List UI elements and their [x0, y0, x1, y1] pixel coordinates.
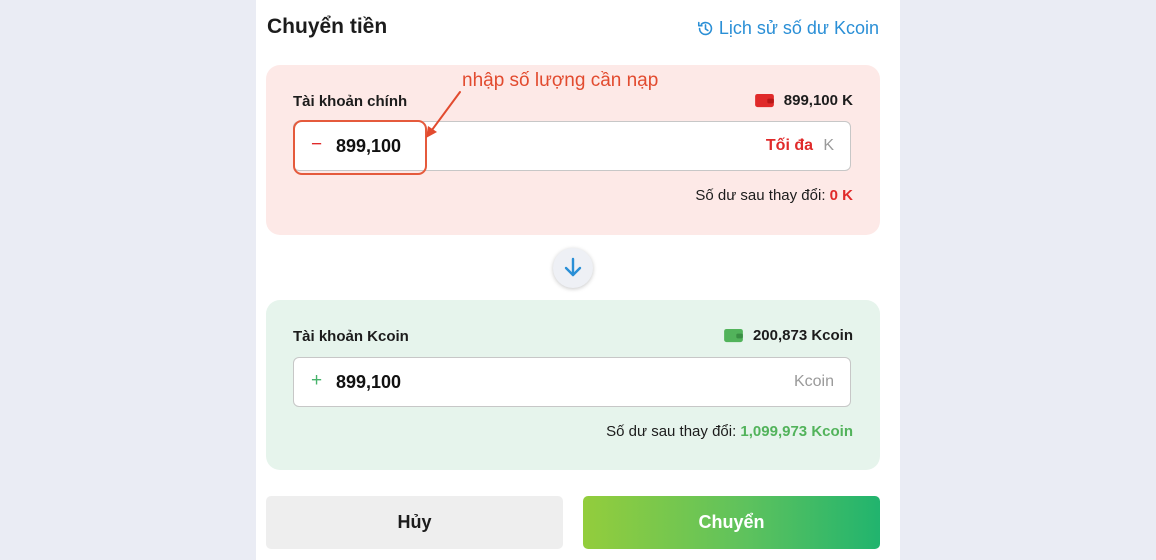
kcoin-after-label: Số dư sau thay đổi:: [606, 423, 737, 440]
kcoin-amount-value: 899,100: [336, 372, 402, 392]
kcoin-balance-after: Số dư sau thay đổi: 1,099,973 Kcoin: [606, 423, 853, 440]
kcoin-balance-value: 200,873 Kcoin: [752, 327, 853, 344]
main-after-label: Số dư sau thay đổi:: [695, 187, 826, 204]
main-account-balance: 899,100 K: [754, 92, 853, 109]
cancel-button[interactable]: Hủy: [266, 496, 563, 549]
kcoin-after-value: 1,099,973 Kcoin: [740, 423, 853, 440]
kcoin-amount-input[interactable]: + 899,100 Kcoin: [293, 357, 851, 407]
wallet-icon: [754, 93, 774, 108]
amount-highlight-box: [293, 120, 427, 175]
main-after-value: 0 K: [829, 187, 853, 204]
max-button[interactable]: Tối đa: [766, 137, 813, 155]
kcoin-history-link[interactable]: Lịch sử số dư Kcoin: [696, 18, 879, 39]
swap-direction-button[interactable]: [553, 248, 593, 288]
annotation-arrow-icon: [426, 91, 461, 138]
transfer-button[interactable]: Chuyển: [583, 496, 880, 549]
plus-sign: +: [311, 370, 323, 391]
history-link-label: Lịch sử số dư Kcoin: [718, 18, 879, 38]
kcoin-account-card: Tài khoản Kcoin 200,873 Kcoin + 899,100 …: [266, 300, 880, 470]
main-account-label: Tài khoản chính: [293, 93, 408, 110]
kcoin-unit-label: Kcoin: [793, 373, 834, 390]
main-balance-after: Số dư sau thay đổi: 0 K: [695, 187, 853, 204]
kcoin-account-balance: 200,873 Kcoin: [724, 327, 853, 344]
main-balance-value: 899,100 K: [783, 92, 853, 109]
kcoin-account-label: Tài khoản Kcoin: [293, 328, 409, 345]
wallet-icon: [724, 328, 743, 343]
main-unit-label: K: [823, 137, 834, 154]
page-title: Chuyển tiền: [267, 15, 388, 38]
arrow-down-icon: [564, 257, 582, 277]
history-icon: [697, 21, 713, 36]
annotation-text: nhập số lượng cần nạp: [462, 70, 659, 91]
